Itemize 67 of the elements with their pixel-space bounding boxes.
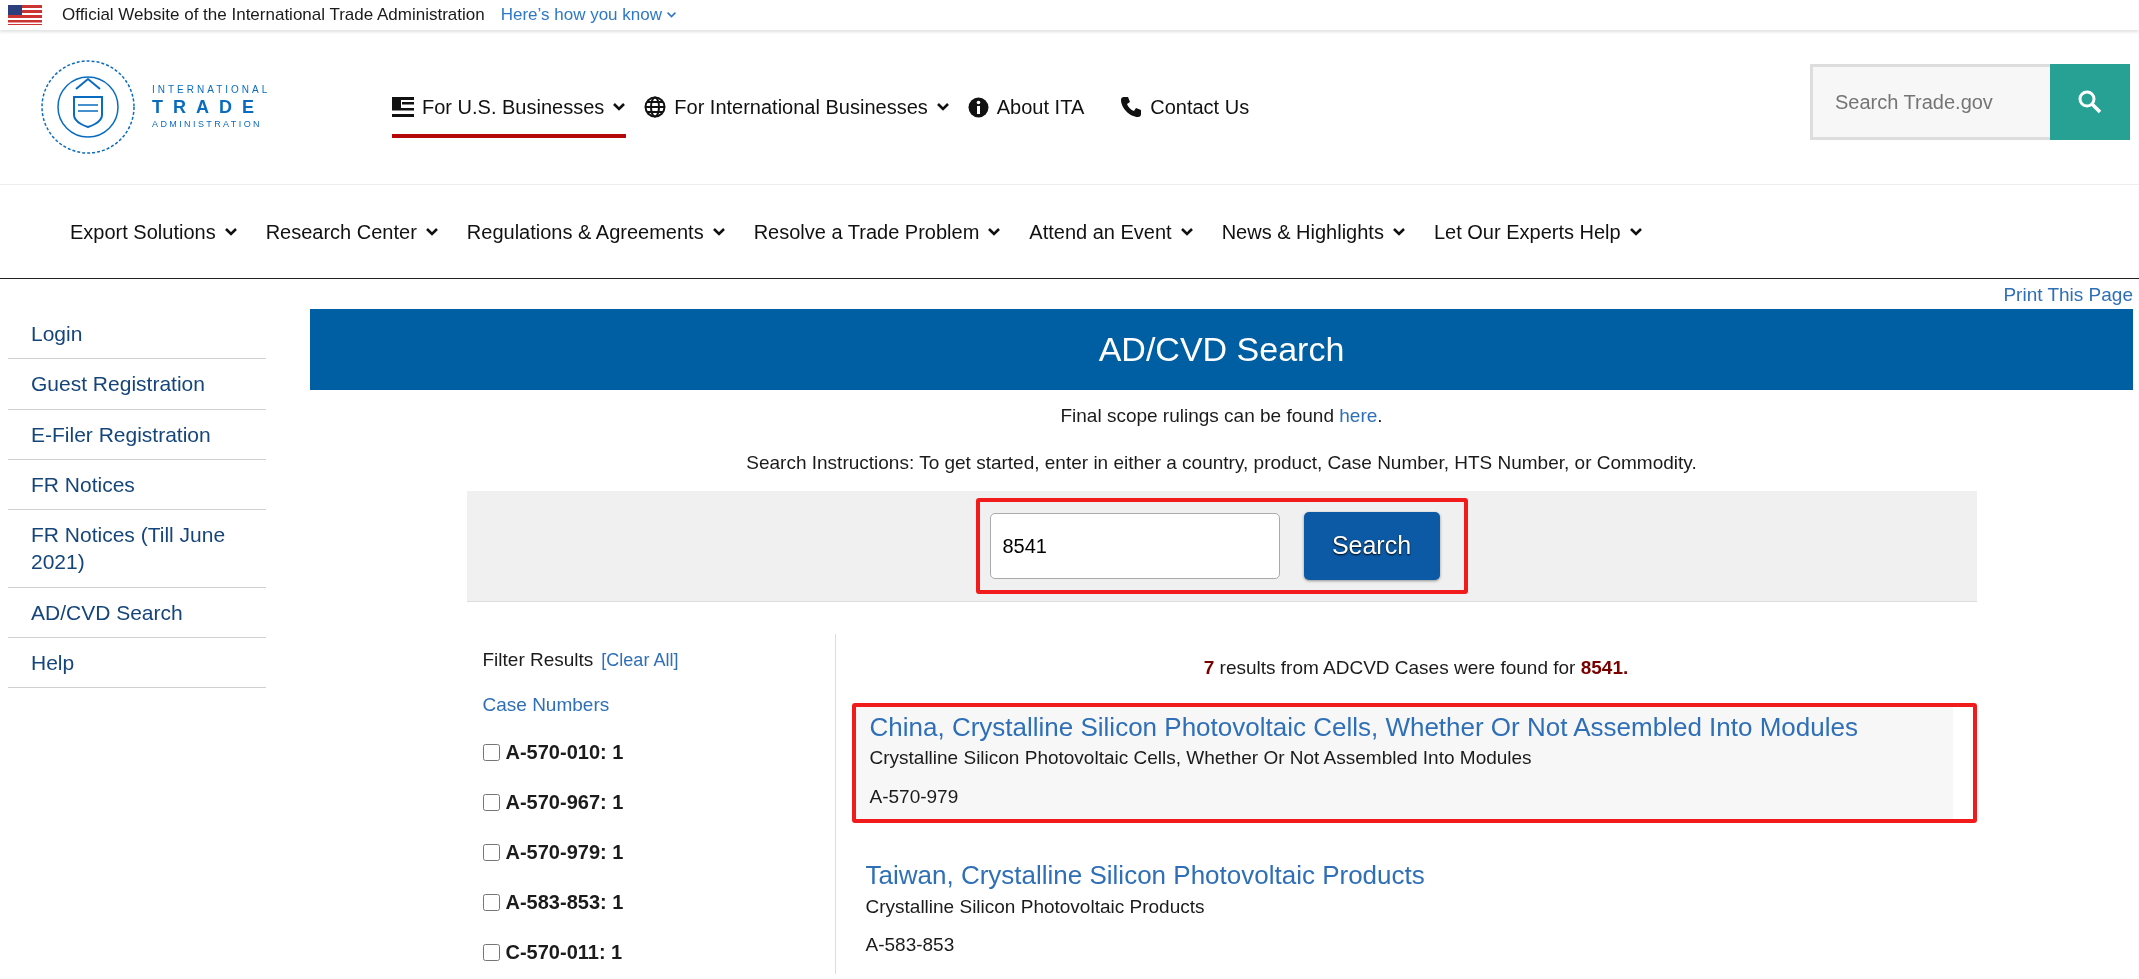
section-nav-link[interactable]: News & Highlights bbox=[1221, 216, 1406, 247]
case-number-option: C-570-011: 1 bbox=[505, 937, 623, 967]
logo-text: TRADE bbox=[152, 96, 265, 119]
here-link[interactable]: here bbox=[1339, 405, 1378, 426]
filter-title: Filter Results bbox=[482, 648, 594, 672]
sidebar-link[interactable]: Login bbox=[8, 309, 266, 360]
sidebar-link[interactable]: E-Filer Registration bbox=[8, 409, 266, 460]
section-nav-link[interactable]: Attend an Event bbox=[1029, 216, 1194, 247]
checkbox[interactable] bbox=[482, 743, 500, 761]
result-case-number: A-583-853 bbox=[865, 933, 956, 957]
section-nav-link[interactable]: Let Our Experts Help bbox=[1433, 216, 1643, 247]
banner-text: Official Website of the International Trade Administration bbox=[62, 4, 485, 27]
main-nav-link[interactable]: About ITA bbox=[967, 92, 1085, 138]
chevron-down-icon bbox=[424, 226, 439, 237]
chevron-down-icon bbox=[987, 226, 1002, 237]
result-product: Crystalline Silicon Photovoltaic Products bbox=[865, 894, 1206, 919]
main-nav-link[interactable]: Contact Us bbox=[1120, 92, 1250, 138]
search-instructions: Search Instructions: To get started, enter in either a country, product, Case Number, HTS Number, or Commodity. bbox=[746, 450, 1697, 475]
flag-icon bbox=[392, 97, 414, 117]
result-title-link[interactable]: China, Crystalline Silicon Photovoltaic Cells, Whether Or Not Assembled Into Modules bbox=[869, 711, 1858, 742]
case-number-option: A-583-853: 1 bbox=[505, 887, 624, 917]
case-number-option: A-570-010: 1 bbox=[505, 737, 624, 767]
result-case-number: A-570-979 bbox=[869, 784, 960, 809]
logo-text: INTERNATIONAL bbox=[152, 83, 271, 97]
filter-group-title: Case Numbers bbox=[482, 692, 611, 717]
sidebar-link[interactable]: Help bbox=[8, 638, 266, 689]
result-title-link[interactable]: Taiwan, Crystalline Silicon Photovoltaic Products bbox=[865, 860, 1425, 890]
globe-icon bbox=[644, 96, 667, 118]
sidebar-link[interactable]: FR Notices (Till June 2021) bbox=[8, 510, 266, 588]
sidebar-link[interactable]: FR Notices bbox=[8, 459, 266, 511]
clear-all-link[interactable]: [Clear All] bbox=[601, 646, 679, 674]
section-nav-link[interactable]: Research Center bbox=[265, 216, 439, 247]
search-button[interactable]: Search bbox=[1303, 512, 1440, 580]
search-icon bbox=[2077, 89, 2103, 115]
case-number-option: A-570-967: 1 bbox=[505, 787, 624, 817]
seal-icon bbox=[40, 59, 136, 155]
chevron-down-icon bbox=[1391, 226, 1406, 237]
section-nav-link[interactable]: Export Solutions bbox=[70, 216, 238, 247]
case-search-field[interactable]: 8541 bbox=[989, 513, 1280, 579]
chevron-down-icon bbox=[1628, 226, 1643, 237]
case-number-option: A-570-979: 1 bbox=[505, 837, 624, 867]
chevron-down-icon bbox=[223, 226, 238, 237]
print-link[interactable]: Print This Page bbox=[2003, 281, 2133, 309]
section-nav-link[interactable]: Regulations & Agreements bbox=[466, 216, 726, 247]
checkbox[interactable] bbox=[482, 793, 500, 811]
checkbox[interactable] bbox=[482, 893, 500, 911]
search-field[interactable]: Search Trade.gov bbox=[1810, 64, 2050, 140]
results-summary: 7 results from ADCVD Cases were found for 8541. bbox=[1202, 656, 1630, 680]
chevron-down-icon bbox=[1179, 226, 1194, 237]
main-nav-link[interactable]: For International Businesses bbox=[644, 92, 950, 138]
checkbox[interactable] bbox=[482, 843, 500, 861]
section-nav-link[interactable]: Resolve a Trade Problem bbox=[753, 216, 1002, 247]
sidebar-link[interactable]: AD/CVD Search bbox=[8, 587, 266, 639]
sidebar-link[interactable]: Guest Registration bbox=[8, 359, 266, 410]
how-you-know-link[interactable]: Here’s how you know bbox=[500, 2, 677, 28]
result-product: Crystalline Silicon Photovoltaic Cells, Whether Or Not Assembled Into Modules bbox=[869, 746, 1533, 770]
chevron-down-icon bbox=[711, 226, 726, 237]
page-title: AD/CVD Search bbox=[310, 309, 2133, 390]
logo-text: ADMINISTRATION bbox=[152, 118, 263, 131]
main-nav-link[interactable]: For U.S. Businesses bbox=[392, 92, 627, 138]
info-icon bbox=[967, 96, 989, 118]
flag-icon bbox=[8, 5, 42, 25]
phone-icon bbox=[1120, 96, 1143, 118]
chevron-down-icon bbox=[666, 11, 677, 19]
checkbox[interactable] bbox=[482, 943, 500, 961]
scope-note: Final scope rulings can be found here. bbox=[1060, 404, 1383, 428]
search-button[interactable] bbox=[2050, 64, 2130, 140]
